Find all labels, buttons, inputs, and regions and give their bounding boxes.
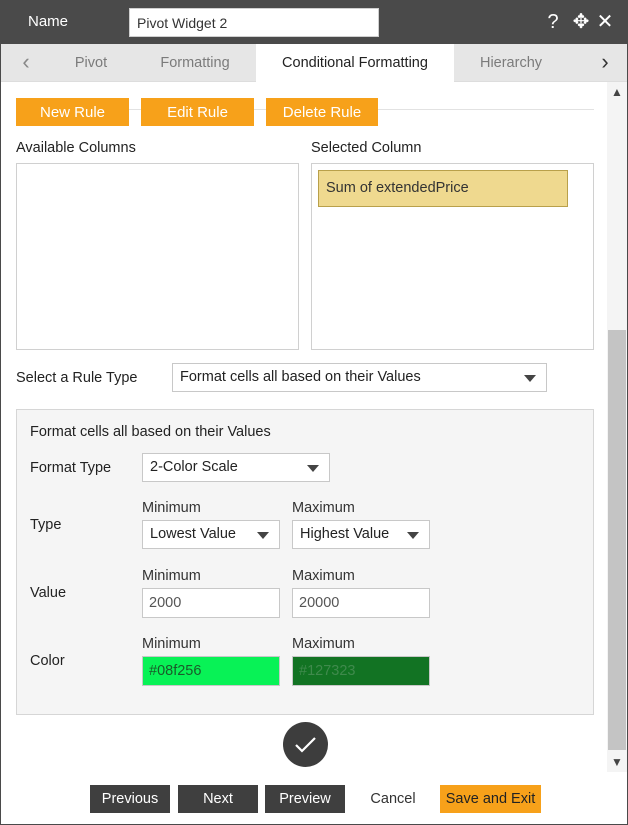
scroll-up-icon[interactable]: ▲: [607, 82, 627, 102]
new-rule-button[interactable]: New Rule: [16, 98, 129, 126]
next-button[interactable]: Next: [178, 785, 258, 813]
preview-button[interactable]: Preview: [265, 785, 345, 813]
selected-column-item[interactable]: Sum of extendedPrice: [318, 170, 568, 207]
tab-prev-icon[interactable]: ‹: [6, 44, 46, 82]
widget-name-input[interactable]: [129, 8, 379, 37]
value-minimum-input[interactable]: 2000: [142, 588, 280, 618]
pivot-widget-dialog: Name ? ✥ ✕ ‹ Pivot Formatting Conditiona…: [0, 0, 628, 825]
apply-rule-button[interactable]: [283, 722, 328, 767]
dialog-header: Name ? ✥ ✕: [1, 1, 627, 44]
conditional-formatting-panel: New Rule Edit Rule Delete Rule Available…: [1, 82, 627, 772]
format-type-label: Format Type: [30, 460, 112, 476]
color-minimum-picker[interactable]: #08f256: [142, 656, 280, 686]
save-and-exit-button[interactable]: Save and Exit: [440, 785, 541, 813]
type-minimum-value: Lowest Value: [150, 526, 236, 542]
color-maximum-picker[interactable]: #127323: [292, 656, 430, 686]
color-minimum-label: Minimum: [142, 636, 201, 652]
chevron-down-icon: [257, 532, 269, 539]
color-maximum-label: Maximum: [292, 636, 355, 652]
available-columns-list[interactable]: [16, 163, 299, 350]
color-label: Color: [30, 653, 65, 669]
tab-bar: ‹ Pivot Formatting Conditional Formattin…: [1, 44, 627, 82]
value-maximum-label: Maximum: [292, 568, 355, 584]
edit-rule-button[interactable]: Edit Rule: [141, 98, 254, 126]
type-maximum-value: Highest Value: [300, 526, 390, 542]
available-columns-label: Available Columns: [16, 140, 136, 156]
value-maximum-input[interactable]: 20000: [292, 588, 430, 618]
delete-rule-button[interactable]: Delete Rule: [266, 98, 378, 126]
tab-conditional-formatting[interactable]: Conditional Formatting: [256, 44, 454, 82]
format-type-select[interactable]: 2-Color Scale: [142, 453, 330, 482]
type-maximum-select[interactable]: Highest Value: [292, 520, 430, 549]
rule-type-select[interactable]: Format cells all based on their Values: [172, 363, 547, 392]
chevron-down-icon: [524, 375, 536, 382]
rule-type-label: Select a Rule Type: [16, 370, 138, 386]
dialog-footer: Previous Next Preview Cancel Save and Ex…: [1, 772, 627, 824]
rule-type-value: Format cells all based on their Values: [180, 369, 421, 385]
tab-next-icon[interactable]: ›: [585, 44, 625, 82]
scrollbar-thumb[interactable]: [608, 330, 626, 750]
value-minimum-label: Minimum: [142, 568, 201, 584]
format-panel-title: Format cells all based on their Values: [30, 424, 271, 440]
cancel-button[interactable]: Cancel: [353, 785, 433, 813]
scroll-down-icon[interactable]: ▼: [607, 752, 627, 772]
close-icon[interactable]: ✕: [593, 9, 617, 35]
type-minimum-label: Minimum: [142, 500, 201, 516]
chevron-down-icon: [407, 532, 419, 539]
checkmark-icon: [295, 737, 316, 753]
value-label: Value: [30, 585, 67, 601]
type-label: Type: [30, 517, 62, 533]
vertical-scrollbar[interactable]: ▲ ▼: [607, 82, 627, 772]
format-type-value: 2-Color Scale: [150, 459, 238, 475]
tab-pivot[interactable]: Pivot: [49, 44, 133, 82]
name-label: Name: [28, 13, 69, 30]
selected-column-list[interactable]: Sum of extendedPrice: [311, 163, 594, 350]
selected-column-label: Selected Column: [311, 140, 422, 156]
type-minimum-select[interactable]: Lowest Value: [142, 520, 280, 549]
format-settings-panel: Format cells all based on their Values F…: [16, 409, 594, 715]
previous-button[interactable]: Previous: [90, 785, 170, 813]
move-icon[interactable]: ✥: [569, 9, 593, 35]
tab-hierarchy[interactable]: Hierarchy: [461, 44, 561, 82]
chevron-down-icon: [307, 465, 319, 472]
help-icon[interactable]: ?: [541, 9, 565, 35]
tab-formatting[interactable]: Formatting: [141, 44, 249, 82]
type-maximum-label: Maximum: [292, 500, 355, 516]
